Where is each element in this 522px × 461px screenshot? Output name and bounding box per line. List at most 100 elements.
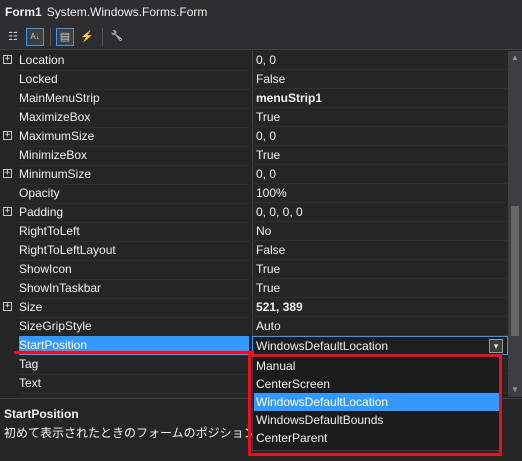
alphabetical-icon: A↓	[30, 32, 40, 41]
property-name[interactable]: MinimumSize	[19, 165, 249, 185]
vertical-scrollbar[interactable]: ▲ ▼	[508, 51, 522, 397]
row-gutter	[0, 374, 14, 393]
property-value[interactable]: 0, 0	[252, 127, 508, 146]
categorized-icon: ☷	[8, 31, 18, 43]
property-value[interactable]: True	[252, 146, 508, 165]
row-gutter	[0, 241, 14, 260]
property-value[interactable]: 0, 0, 0, 0	[252, 203, 508, 222]
property-name[interactable]: Locked	[19, 70, 249, 90]
property-row-locked[interactable]: Locked False	[0, 70, 508, 90]
events-icon: ⚡	[80, 31, 94, 43]
row-gutter	[0, 184, 14, 203]
property-name[interactable]: RightToLeftLayout	[19, 241, 249, 261]
property-value-text: True	[256, 148, 281, 162]
property-value[interactable]: menuStrip1	[252, 89, 508, 108]
property-name[interactable]: Tag	[19, 355, 249, 375]
row-gutter: +	[0, 165, 14, 184]
property-value[interactable]: False	[252, 241, 508, 260]
property-name[interactable]: MaximumSize	[19, 127, 249, 147]
row-gutter	[0, 70, 14, 89]
properties-header: Form1 System.Windows.Forms.Form	[0, 0, 522, 24]
expand-icon[interactable]: +	[3, 302, 12, 311]
property-grid: + Location 0, 0 Locked False MainMenuStrip men…	[0, 51, 508, 397]
annotation-underline	[14, 351, 254, 354]
property-value-text: 0, 0, 0, 0	[256, 205, 303, 219]
property-row-opacity[interactable]: Opacity 100%	[0, 184, 508, 204]
property-name[interactable]: RightToLeft	[19, 222, 249, 242]
properties-icon: ▤	[59, 31, 71, 43]
property-row-minimumsize[interactable]: + MinimumSize 0, 0	[0, 165, 508, 185]
scroll-down-icon[interactable]: ▼	[508, 383, 522, 397]
row-gutter	[0, 222, 14, 241]
property-row-showicon[interactable]: ShowIcon True	[0, 260, 508, 280]
row-gutter	[0, 146, 14, 165]
property-value-text: Auto	[256, 319, 281, 333]
property-value[interactable]: True	[252, 108, 508, 127]
property-value[interactable]: Auto	[252, 317, 508, 336]
property-value-text: WindowsDefaultLocation	[256, 339, 389, 353]
row-gutter	[0, 355, 14, 374]
property-row-location[interactable]: + Location 0, 0	[0, 51, 508, 71]
row-gutter	[0, 336, 14, 355]
expand-icon[interactable]: +	[3, 55, 12, 64]
dropdown-arrow-icon[interactable]: ▾	[489, 339, 503, 353]
row-gutter	[0, 260, 14, 279]
properties-button[interactable]: ▤	[56, 27, 74, 46]
property-name[interactable]: Text	[19, 374, 249, 394]
property-value[interactable]: 0, 0	[252, 51, 508, 70]
property-name[interactable]: SizeGripStyle	[19, 317, 249, 337]
property-name[interactable]: MainMenuStrip	[19, 89, 249, 109]
property-value[interactable]: True	[252, 260, 508, 279]
categorized-button[interactable]: ☷	[4, 28, 22, 46]
property-row-showintaskbar[interactable]: ShowInTaskbar True	[0, 279, 508, 299]
property-row-maximumsize[interactable]: + MaximumSize 0, 0	[0, 127, 508, 147]
property-value-text: 0, 0	[256, 53, 277, 67]
property-name[interactable]: Padding	[19, 203, 249, 223]
property-name[interactable]: MaximizeBox	[19, 108, 249, 128]
property-row-padding[interactable]: + Padding 0, 0, 0, 0	[0, 203, 508, 223]
property-value[interactable]: No	[252, 222, 508, 241]
property-value[interactable]: False	[252, 70, 508, 89]
property-value-text: 0, 0	[256, 167, 277, 181]
toolbar-separator	[50, 27, 51, 46]
row-gutter: +	[0, 51, 14, 70]
property-row-mainmenustrip[interactable]: MainMenuStrip menuStrip1	[0, 89, 508, 109]
property-row-righttoleftlayout[interactable]: RightToLeftLayout False	[0, 241, 508, 261]
properties-toolbar: ☷ A↓ ▤ ⚡ 🔧	[0, 24, 522, 50]
events-button[interactable]: ⚡	[78, 28, 96, 46]
property-value[interactable]: 0, 0	[252, 165, 508, 184]
property-name[interactable]: ShowInTaskbar	[19, 279, 249, 299]
expand-icon[interactable]: +	[3, 207, 12, 216]
property-name[interactable]: MinimizeBox	[19, 146, 249, 166]
object-type: System.Windows.Forms.Form	[46, 5, 208, 19]
property-value[interactable]: 521, 389	[252, 298, 508, 317]
property-value-text: 521, 389	[256, 300, 303, 314]
property-value-text: 100%	[256, 186, 287, 200]
property-row-minimizebox[interactable]: MinimizeBox True	[0, 146, 508, 166]
scroll-thumb[interactable]	[511, 206, 519, 336]
row-gutter: +	[0, 298, 14, 317]
scroll-up-icon[interactable]: ▲	[508, 51, 522, 65]
property-name[interactable]: Location	[19, 51, 249, 71]
property-row-righttoleft[interactable]: RightToLeft No	[0, 222, 508, 242]
property-row-sizegripstyle[interactable]: SizeGripStyle Auto	[0, 317, 508, 337]
row-gutter	[0, 279, 14, 298]
property-value-text: True	[256, 262, 281, 276]
property-row-size[interactable]: + Size 521, 389	[0, 298, 508, 318]
property-name[interactable]: Size	[19, 298, 249, 318]
property-row-maximizebox[interactable]: MaximizeBox True	[0, 108, 508, 128]
property-name[interactable]: Opacity	[19, 184, 249, 204]
object-name: Form1	[5, 5, 42, 19]
property-pages-button[interactable]: 🔧	[108, 28, 126, 46]
alphabetical-button[interactable]: A↓	[26, 27, 44, 46]
expand-icon[interactable]: +	[3, 131, 12, 140]
property-value-text: 0, 0	[256, 129, 277, 143]
row-gutter: +	[0, 203, 14, 222]
property-value[interactable]: WindowsDefaultLocation ▾	[252, 336, 508, 355]
property-value[interactable]: 100%	[252, 184, 508, 203]
row-gutter	[0, 89, 14, 108]
property-name[interactable]: ShowIcon	[19, 260, 249, 280]
expand-icon[interactable]: +	[3, 169, 12, 178]
annotation-box	[248, 354, 502, 456]
property-value[interactable]: True	[252, 279, 508, 298]
